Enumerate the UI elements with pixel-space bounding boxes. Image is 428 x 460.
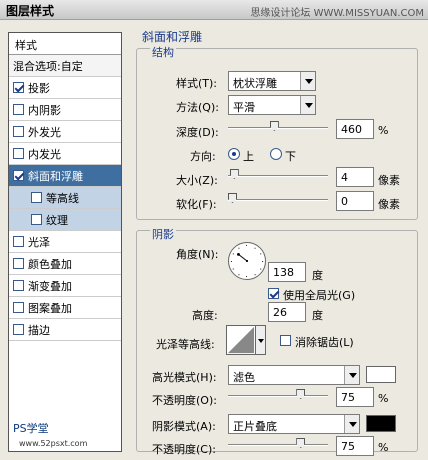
style-item[interactable]: 渐变叠加 (9, 275, 121, 297)
checkbox-icon[interactable] (13, 148, 24, 159)
style-item-label: 等高线 (46, 191, 79, 205)
style-label: 样式(T): (176, 77, 218, 90)
style-item[interactable]: 斜面和浮雕 (9, 165, 121, 187)
style-item[interactable]: 内阴影 (9, 99, 121, 121)
angle-unit: 度 (312, 269, 323, 282)
style-item-label: 内阴影 (28, 103, 61, 117)
check-icon (268, 288, 279, 299)
altitude-unit: 度 (312, 309, 323, 322)
style-item[interactable]: 纹理 (9, 209, 121, 231)
angle-label: 角度(N): (176, 248, 219, 261)
watermark-logo: PS学堂www.52psxt.com (13, 422, 88, 448)
direction-down-radio[interactable] (270, 148, 282, 160)
style-item-label: 渐变叠加 (28, 279, 72, 293)
styles-header[interactable]: 样式 (9, 33, 121, 55)
direction-up-radio[interactable] (228, 148, 240, 160)
window-title: 图层样式 (6, 4, 55, 18)
direction-up-label[interactable]: 上 (243, 148, 254, 164)
altitude-input[interactable]: 26 (268, 302, 306, 322)
method-select[interactable]: 平滑 (228, 95, 316, 115)
highlight-opacity-slider[interactable] (228, 395, 328, 397)
checkbox-icon[interactable] (31, 214, 42, 225)
checkbox-icon[interactable] (13, 258, 24, 269)
gloss-contour-label: 光泽等高线: (156, 338, 215, 351)
size-label: 大小(Z): (176, 174, 218, 187)
angle-dial[interactable] (228, 242, 266, 280)
direction-label: 方向: (190, 150, 216, 163)
gloss-contour-preview[interactable] (226, 325, 256, 355)
checkbox-icon[interactable] (13, 280, 24, 291)
styles-list: 样式 混合选项:自定 投影内阴影外发光内发光斜面和浮雕等高线纹理光泽颜色叠加渐变… (8, 32, 122, 452)
blend-options-item[interactable]: 混合选项:自定 (9, 55, 121, 77)
check-icon[interactable] (13, 170, 24, 181)
soften-label: 软化(F): (176, 198, 217, 211)
checkbox-icon[interactable] (13, 302, 24, 313)
style-item-label: 外发光 (28, 125, 61, 139)
title-bar: 图层样式 思缘设计论坛 WWW.MISSYUAN.COM (0, 0, 428, 20)
style-item[interactable]: 外发光 (9, 121, 121, 143)
structure-title: 结构 (150, 44, 176, 60)
size-slider[interactable] (228, 175, 328, 177)
checkbox-icon[interactable] (31, 192, 42, 203)
bevel-panel-title: 斜面和浮雕 (142, 30, 203, 44)
depth-input[interactable]: 460 (336, 119, 374, 139)
style-item-label: 斜面和浮雕 (28, 169, 83, 183)
style-item-label: 描边 (28, 323, 50, 337)
style-select[interactable]: 枕状浮雕 (228, 71, 316, 91)
highlight-opacity-label: 不透明度(O): (152, 394, 217, 407)
global-light-label[interactable]: 使用全局光(G) (283, 287, 355, 303)
shadow-opacity-unit: % (378, 441, 389, 454)
chevron-down-icon (344, 366, 359, 384)
shadow-opacity-label: 不透明度(C): (152, 443, 216, 456)
highlight-mode-label: 高光模式(H): (152, 371, 217, 384)
checkbox-icon[interactable] (13, 236, 24, 247)
style-item[interactable]: 颜色叠加 (9, 253, 121, 275)
chevron-down-icon (300, 72, 315, 90)
checkbox-icon[interactable] (13, 324, 24, 335)
depth-unit: % (378, 124, 389, 137)
style-item-label: 投影 (28, 81, 50, 95)
shadow-opacity-input[interactable]: 75 (336, 436, 374, 456)
style-item-label: 纹理 (46, 213, 68, 227)
highlight-color-swatch[interactable] (366, 366, 396, 383)
style-item[interactable]: 图案叠加 (9, 297, 121, 319)
antialias-label[interactable]: 消除锯齿(L) (295, 334, 354, 350)
style-item[interactable]: 光泽 (9, 231, 121, 253)
shading-title: 阴影 (150, 226, 176, 242)
soften-input[interactable]: 0 (336, 191, 374, 211)
dialog-body: 样式 混合选项:自定 投影 内阴影 外发光 内发光 斜面和浮雕 等高线 纹理 光泽 颜色叠加 渐变… (0, 20, 428, 460)
checkbox-icon[interactable] (13, 104, 24, 115)
style-item[interactable]: 内发光 (9, 143, 121, 165)
depth-label: 深度(D): (176, 126, 219, 139)
style-item[interactable]: 投影 (9, 77, 121, 99)
check-icon[interactable] (13, 82, 24, 93)
shadow-mode-select[interactable]: 正片叠底 (228, 414, 360, 434)
style-item-label: 光泽 (28, 235, 50, 249)
altitude-label: 高度: (192, 309, 218, 322)
shadow-color-swatch[interactable] (366, 415, 396, 432)
size-unit: 像素 (378, 174, 400, 187)
method-label: 方法(Q): (176, 101, 219, 114)
style-item-label: 图案叠加 (28, 301, 72, 315)
style-item[interactable]: 描边 (9, 319, 121, 341)
chevron-down-icon (344, 415, 359, 433)
soften-slider[interactable] (228, 199, 328, 201)
size-input[interactable]: 4 (336, 167, 374, 187)
highlight-mode-select[interactable]: 滤色 (228, 365, 360, 385)
style-item[interactable]: 等高线 (9, 187, 121, 209)
shadow-opacity-slider[interactable] (228, 444, 328, 446)
shadow-mode-label: 阴影模式(A): (152, 420, 216, 433)
highlight-opacity-input[interactable]: 75 (336, 387, 374, 407)
checkbox-icon (280, 335, 291, 346)
chevron-down-icon (300, 96, 315, 114)
watermark-text: 思缘设计论坛 WWW.MISSYUAN.COM (250, 8, 424, 19)
soften-unit: 像素 (378, 198, 400, 211)
gloss-contour-dropdown[interactable] (256, 325, 266, 355)
style-item-label: 颜色叠加 (28, 257, 72, 271)
angle-input[interactable]: 138 (268, 262, 306, 282)
highlight-opacity-unit: % (378, 392, 389, 405)
direction-down-label[interactable]: 下 (285, 148, 296, 164)
checkbox-icon[interactable] (13, 126, 24, 137)
style-item-label: 内发光 (28, 147, 61, 161)
